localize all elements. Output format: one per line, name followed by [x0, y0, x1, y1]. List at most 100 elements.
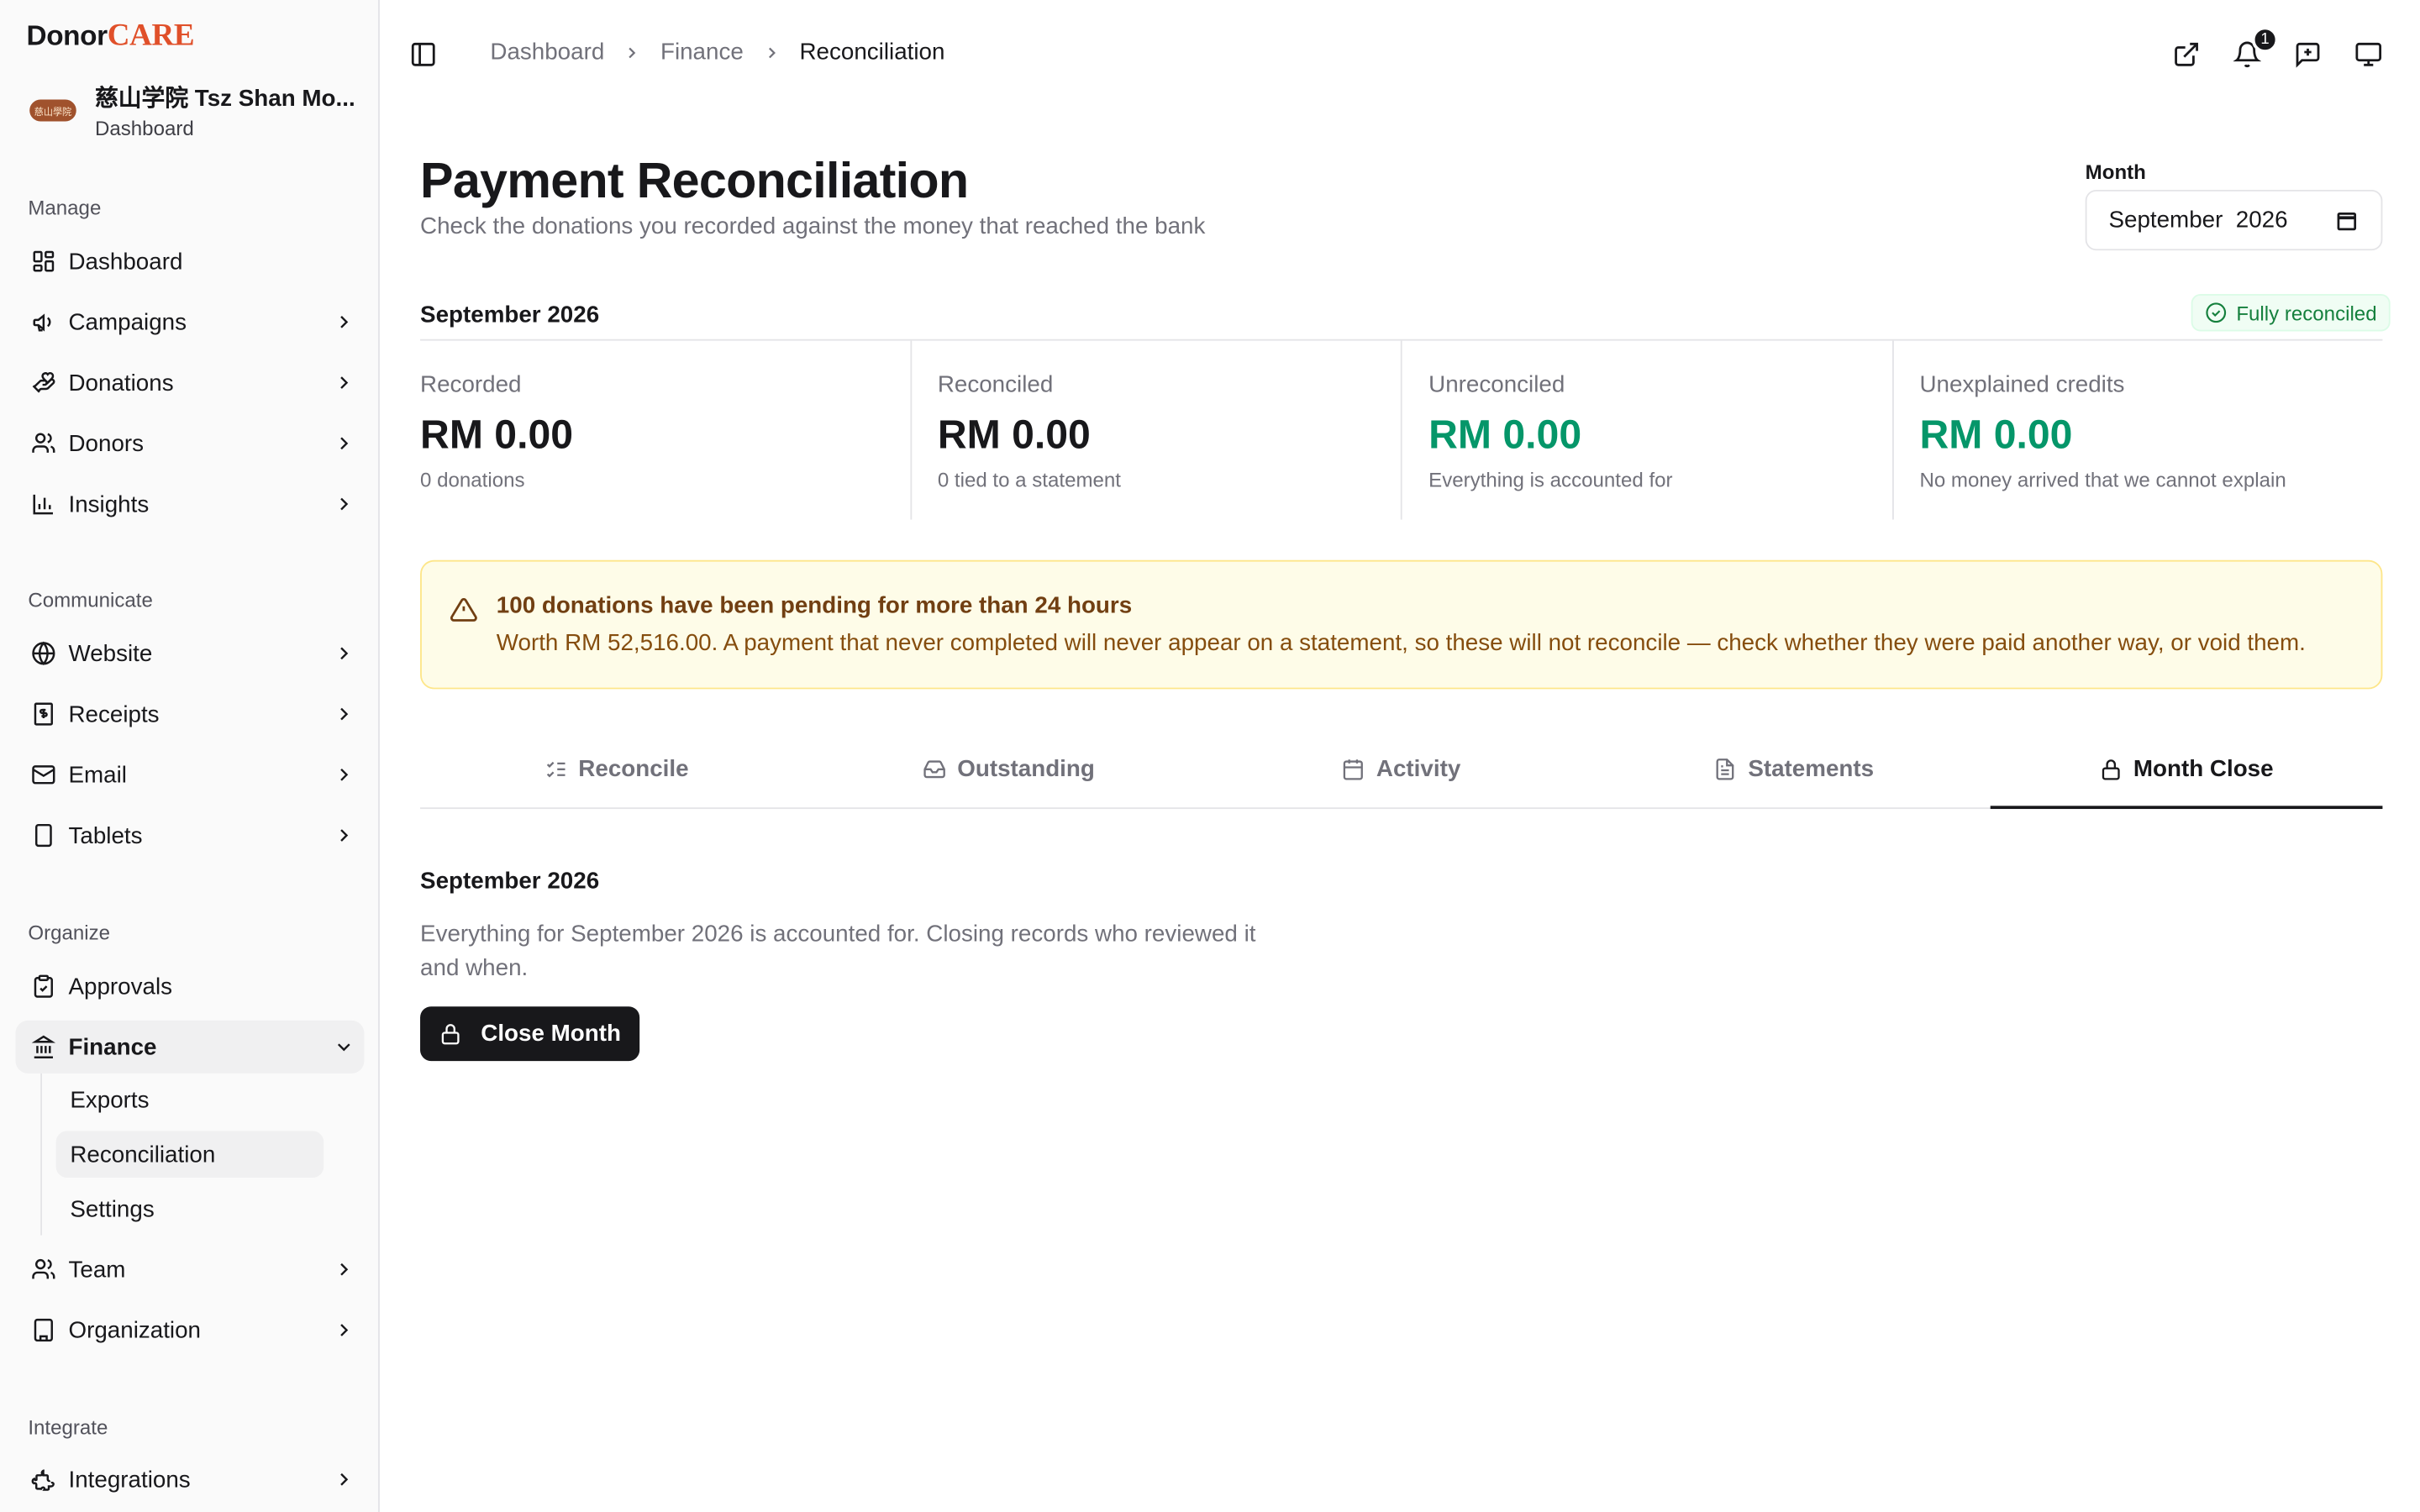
section-label-manage: Manage	[28, 196, 102, 220]
layout-dashboard-icon	[16, 249, 69, 274]
tab-activity[interactable]: Activity	[1205, 731, 1597, 807]
sidebar-item-label: Donors	[68, 430, 145, 457]
sidebar-item-label: Donations	[68, 369, 174, 396]
landmark-icon	[16, 1035, 69, 1060]
notifications-button[interactable]: 1	[2230, 26, 2279, 71]
close-month-button[interactable]: Close Month	[420, 1006, 640, 1062]
tab-label: Statements	[1748, 756, 1875, 783]
brand-logo[interactable]: DonorCARE	[26, 18, 194, 55]
tab-label: Month Close	[2133, 756, 2274, 783]
globe-icon	[16, 641, 69, 666]
month-picker-value: September 2026	[2108, 207, 2288, 234]
organization-name: 慈山学院 Tsz Shan Mo...	[94, 85, 355, 113]
notification-count-badge: 1	[2251, 26, 2279, 53]
chevron-right-icon	[324, 493, 364, 515]
chevron-right-icon	[324, 703, 364, 725]
tab-label: Reconcile	[578, 756, 689, 783]
sidebar-item-donors[interactable]: Donors	[16, 417, 365, 470]
stat-note: No money arrived that we cannot explain	[1919, 468, 2286, 492]
building-icon	[16, 1318, 69, 1343]
month-close-title: September 2026	[420, 868, 600, 895]
summary-stats: Recorded RM 0.00 0 donations Reconciled …	[420, 339, 2383, 520]
sidebar: DonorCARE 慈山學院 慈山学院 Tsz Shan Mo... Dashb…	[0, 0, 380, 1512]
breadcrumb-link-finance[interactable]: Finance	[660, 39, 744, 65]
stat-label: Recorded	[420, 371, 522, 399]
pending-donations-alert: 100 donations have been pending for more…	[420, 559, 2383, 690]
calendar-days-icon	[1342, 758, 1365, 781]
tab-outstanding[interactable]: Outstanding	[813, 731, 1205, 807]
chevron-right-icon	[324, 372, 364, 394]
sidebar-toggle-icon[interactable]	[406, 37, 440, 71]
tab-statements[interactable]: Statements	[1597, 731, 1990, 807]
chevron-right-icon	[324, 764, 364, 785]
month-picker-label: Month	[2085, 160, 2146, 184]
sidebar-subitem-settings[interactable]: Settings	[56, 1185, 324, 1232]
monitor-icon[interactable]	[2351, 37, 2386, 71]
sidebar-item-organization[interactable]: Organization	[16, 1304, 365, 1357]
sidebar-subitem-exports[interactable]: Exports	[56, 1077, 324, 1124]
brand-name-donor: Donor	[26, 20, 108, 52]
tab-month-close[interactable]: Month Close	[1990, 731, 2383, 810]
sidebar-item-finance[interactable]: Finance	[15, 1020, 365, 1074]
sidebar-item-label: Dashboard	[68, 248, 183, 275]
chevron-right-icon	[324, 311, 364, 333]
main-content: Dashboard Finance Reconciliation 1 Payme…	[380, 0, 2420, 1512]
receipt-icon	[16, 701, 69, 727]
stat-label: Unexplained credits	[1919, 371, 2125, 399]
calendar-icon[interactable]	[2334, 207, 2360, 233]
sidebar-item-donations[interactable]: Donations	[16, 356, 365, 409]
sidebar-item-label: Email	[68, 761, 127, 789]
organization-logo: 慈山學院	[29, 99, 76, 122]
file-text-icon	[1714, 758, 1738, 781]
stat-card-unexplained-credits: Unexplained credits RM 0.00 No money arr…	[1893, 341, 2382, 520]
sidebar-item-dashboard[interactable]: Dashboard	[16, 235, 365, 288]
sidebar-item-receipts[interactable]: Receipts	[16, 688, 365, 741]
chevron-right-icon	[324, 825, 364, 847]
breadcrumb: Dashboard Finance Reconciliation	[490, 39, 944, 65]
tab-label: Outstanding	[957, 756, 1095, 783]
alert-body: Worth RM 52,516.00. A payment that never…	[496, 630, 2306, 657]
sidebar-item-approvals[interactable]: Approvals	[16, 960, 365, 1013]
sidebar-item-email[interactable]: Email	[16, 748, 365, 801]
chevron-right-icon	[762, 43, 781, 61]
chevron-down-icon	[324, 1036, 364, 1058]
message-plus-icon[interactable]	[2291, 37, 2325, 71]
breadcrumb-link-dashboard[interactable]: Dashboard	[490, 39, 604, 65]
reconciliation-tabs: Reconcile Outstanding Activity Statement…	[420, 731, 2383, 810]
chevron-right-icon	[324, 1468, 364, 1490]
sidebar-item-label: Team	[68, 1256, 126, 1283]
list-checks-icon	[544, 758, 568, 781]
alert-triangle-icon	[450, 596, 477, 623]
external-link-icon[interactable]	[2170, 37, 2204, 71]
users-icon	[16, 431, 69, 456]
page-title: Payment Reconciliation	[420, 152, 969, 209]
sidebar-item-team[interactable]: Team	[16, 1243, 365, 1296]
sidebar-item-label: Approvals	[68, 973, 173, 1000]
summary-period-title: September 2026	[420, 302, 600, 328]
sidebar-item-label: Insights	[68, 491, 150, 517]
stat-label: Reconciled	[937, 371, 1054, 399]
month-picker-input[interactable]: September 2026	[2085, 189, 2383, 251]
hand-heart-icon	[16, 370, 69, 396]
organization-switcher[interactable]: 慈山學院 慈山学院 Tsz Shan Mo... Dashboard	[26, 81, 355, 140]
stat-card-reconciled: Reconciled RM 0.00 0 tied to a statement	[911, 340, 1402, 520]
organization-avatar: 慈山學院	[26, 82, 79, 139]
stat-card-unreconciled: Unreconciled RM 0.00 Everything is accou…	[1402, 340, 1893, 520]
sidebar-item-integrations[interactable]: Integrations	[16, 1453, 365, 1506]
tab-reconcile[interactable]: Reconcile	[420, 731, 813, 807]
stat-value: RM 0.00	[1428, 410, 1582, 458]
stat-card-recorded: Recorded RM 0.00 0 donations	[420, 340, 912, 520]
sidebar-item-campaigns[interactable]: Campaigns	[16, 296, 365, 349]
sidebar-item-label: Organization	[68, 1316, 202, 1344]
sidebar-item-label: Campaigns	[68, 308, 187, 336]
chevron-right-icon	[324, 433, 364, 454]
close-month-button-label: Close Month	[481, 1020, 621, 1047]
sidebar-item-website[interactable]: Website	[16, 627, 365, 680]
sidebar-subitem-reconciliation[interactable]: Reconciliation	[55, 1131, 324, 1178]
sidebar-item-tablets[interactable]: Tablets	[16, 809, 365, 862]
lock-icon	[439, 1022, 462, 1046]
chevron-right-icon	[324, 1319, 364, 1341]
sidebar-item-insights[interactable]: Insights	[16, 478, 365, 531]
clipboard-check-icon	[16, 974, 69, 999]
stat-value: RM 0.00	[420, 410, 574, 458]
